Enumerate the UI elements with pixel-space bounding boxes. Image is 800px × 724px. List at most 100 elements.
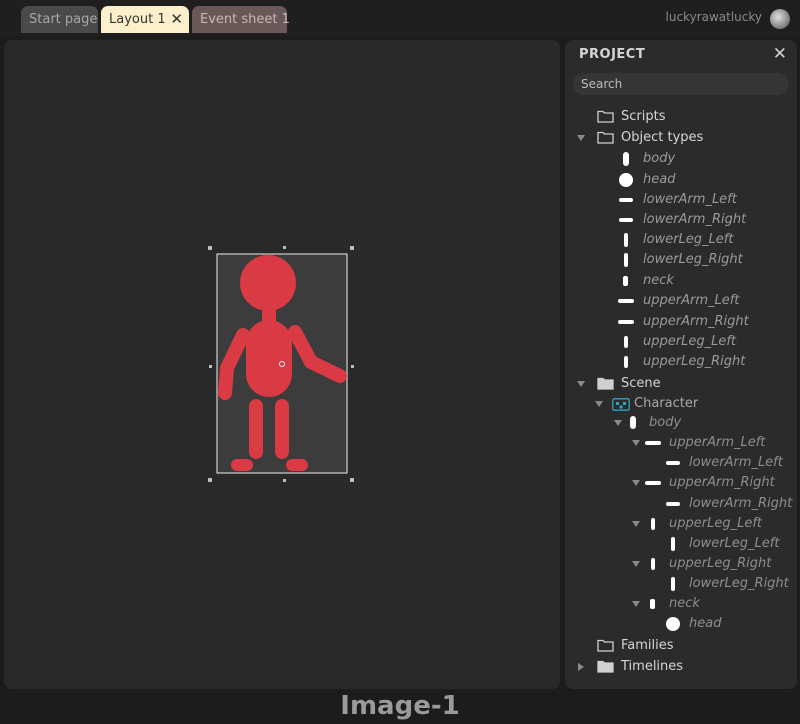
project-panel: PROJECT ✕ Scripts Object types body head <box>565 40 797 689</box>
tree-item-lowerarm-left[interactable]: lowerArm_Left <box>565 190 797 210</box>
tree-item-timelines[interactable]: Timelines <box>565 657 797 677</box>
resize-handle[interactable] <box>208 478 212 482</box>
body-part[interactable] <box>246 320 292 397</box>
tree-item-scene-upperarm-right[interactable]: upperArm_Right <box>565 473 797 493</box>
tree-item-scene-lowerleg-left[interactable]: lowerLeg_Left <box>565 534 797 554</box>
folder-icon <box>597 660 614 673</box>
tree-item-families[interactable]: Families <box>565 636 797 656</box>
tree-item-scene-head[interactable]: head <box>565 614 797 634</box>
tree-label: upperArm_Right <box>669 475 775 490</box>
resize-handle[interactable] <box>283 246 286 249</box>
tree-item-upperleg-left[interactable]: upperLeg_Left <box>565 332 797 352</box>
upperleg-right-icon <box>651 558 655 570</box>
tree-item-lowerleg-right[interactable]: lowerLeg_Right <box>565 250 797 270</box>
upperleg-left-icon <box>651 518 655 530</box>
lower-leg-right-part[interactable] <box>286 459 308 471</box>
avatar[interactable] <box>770 9 790 29</box>
upperarm-left-icon <box>645 441 661 445</box>
resize-handle[interactable] <box>351 365 354 368</box>
image-caption: Image-1 <box>340 691 460 721</box>
expand-icon[interactable] <box>632 561 640 567</box>
tree-label: body <box>649 415 682 430</box>
tab-label: Event sheet 1 <box>200 12 290 27</box>
body-icon <box>630 416 636 429</box>
tab-layout-1[interactable]: Layout 1 ✕ <box>101 6 189 33</box>
resize-handle[interactable] <box>350 478 354 482</box>
lowerleg-left-icon <box>671 537 675 551</box>
username[interactable]: luckyrawatlucky <box>666 10 762 24</box>
tree-label: neck <box>669 596 700 611</box>
lowerarm-right-icon <box>619 218 633 222</box>
resize-handle[interactable] <box>208 246 212 250</box>
hierarchy-icon <box>612 398 630 411</box>
tree-item-character[interactable]: Character <box>565 394 797 414</box>
tree-item-object-types[interactable]: Object types <box>565 128 797 148</box>
layout-canvas[interactable] <box>4 40 560 689</box>
tree-item-lowerleg-left[interactable]: lowerLeg_Left <box>565 230 797 250</box>
lowerleg-right-icon <box>671 577 675 591</box>
tree-label: upperArm_Left <box>669 435 766 450</box>
tree-label: lowerLeg_Left <box>643 232 734 247</box>
tree-item-scene-lowerarm-left[interactable]: lowerArm_Left <box>565 453 797 473</box>
tree-item-body[interactable]: body <box>565 149 797 169</box>
tree-label: lowerLeg_Right <box>643 252 743 267</box>
lowerleg-left-icon <box>624 233 628 247</box>
expand-icon[interactable] <box>577 381 585 387</box>
expand-icon[interactable] <box>632 440 640 446</box>
resize-handle[interactable] <box>209 365 212 368</box>
resize-handle[interactable] <box>283 479 286 482</box>
expand-icon[interactable] <box>632 480 640 486</box>
expand-icon[interactable] <box>577 135 585 141</box>
tree-label: neck <box>643 273 674 288</box>
expand-icon[interactable] <box>595 401 603 407</box>
lowerarm-left-icon <box>666 461 680 465</box>
tree-item-head[interactable]: head <box>565 170 797 190</box>
tree-item-scripts[interactable]: Scripts <box>565 107 797 127</box>
layout-view[interactable] <box>4 40 560 689</box>
tab-label: Layout 1 <box>109 12 166 27</box>
tab-bar: Start page Layout 1 ✕ Event sheet 1 luck… <box>0 0 800 36</box>
tree-item-upperarm-right[interactable]: upperArm_Right <box>565 312 797 332</box>
tab-label: Start page <box>29 12 98 27</box>
tree-label: upperArm_Right <box>643 314 749 329</box>
resize-handle[interactable] <box>350 246 354 250</box>
tree-item-scene-neck[interactable]: neck <box>565 594 797 614</box>
tree-item-scene-lowerarm-right[interactable]: lowerArm_Right <box>565 494 797 514</box>
expand-icon[interactable] <box>614 420 622 426</box>
tree-item-scene-upperleg-left[interactable]: upperLeg_Left <box>565 514 797 534</box>
tree-item-scene-upperleg-right[interactable]: upperLeg_Right <box>565 554 797 574</box>
lower-leg-left-part[interactable] <box>231 459 253 471</box>
tree-item-upperleg-right[interactable]: upperLeg_Right <box>565 352 797 372</box>
close-icon[interactable]: ✕ <box>170 6 183 33</box>
editor-window: Start page Layout 1 ✕ Event sheet 1 luck… <box>0 0 800 724</box>
tree-item-upperarm-left[interactable]: upperArm_Left <box>565 291 797 311</box>
tree-item-scene[interactable]: Scene <box>565 374 797 394</box>
tree-label: body <box>643 151 676 166</box>
upperarm-left-icon <box>618 299 634 303</box>
tree-label: head <box>643 172 676 187</box>
upperleg-left-icon <box>624 336 628 348</box>
lower-arm-left-part[interactable] <box>218 361 234 400</box>
upperleg-right-icon <box>624 356 628 368</box>
tree-label: Scene <box>621 376 661 391</box>
tree-item-scene-upperarm-left[interactable]: upperArm_Left <box>565 433 797 453</box>
head-part[interactable] <box>240 255 296 311</box>
tree-item-scene-lowerleg-right[interactable]: lowerLeg_Right <box>565 574 797 594</box>
scene-folder-icon <box>597 377 614 390</box>
expand-icon[interactable] <box>632 601 640 607</box>
tree-item-scene-body[interactable]: body <box>565 413 797 433</box>
tree-label: head <box>689 616 722 631</box>
neck-icon <box>650 599 655 609</box>
tab-event-sheet-1[interactable]: Event sheet 1 <box>192 6 290 33</box>
tree-label: upperLeg_Right <box>669 556 772 571</box>
tab-start-page[interactable]: Start page <box>21 6 98 33</box>
tree-item-neck[interactable]: neck <box>565 271 797 291</box>
lowerleg-right-icon <box>624 253 628 267</box>
folder-icon <box>597 110 614 123</box>
tree-item-lowerarm-right[interactable]: lowerArm_Right <box>565 210 797 230</box>
tree-label: upperLeg_Right <box>643 354 746 369</box>
tree-label: lowerLeg_Left <box>689 536 780 551</box>
upperarm-right-icon <box>645 481 661 485</box>
expand-icon[interactable] <box>632 521 640 527</box>
expand-icon[interactable] <box>578 663 584 671</box>
